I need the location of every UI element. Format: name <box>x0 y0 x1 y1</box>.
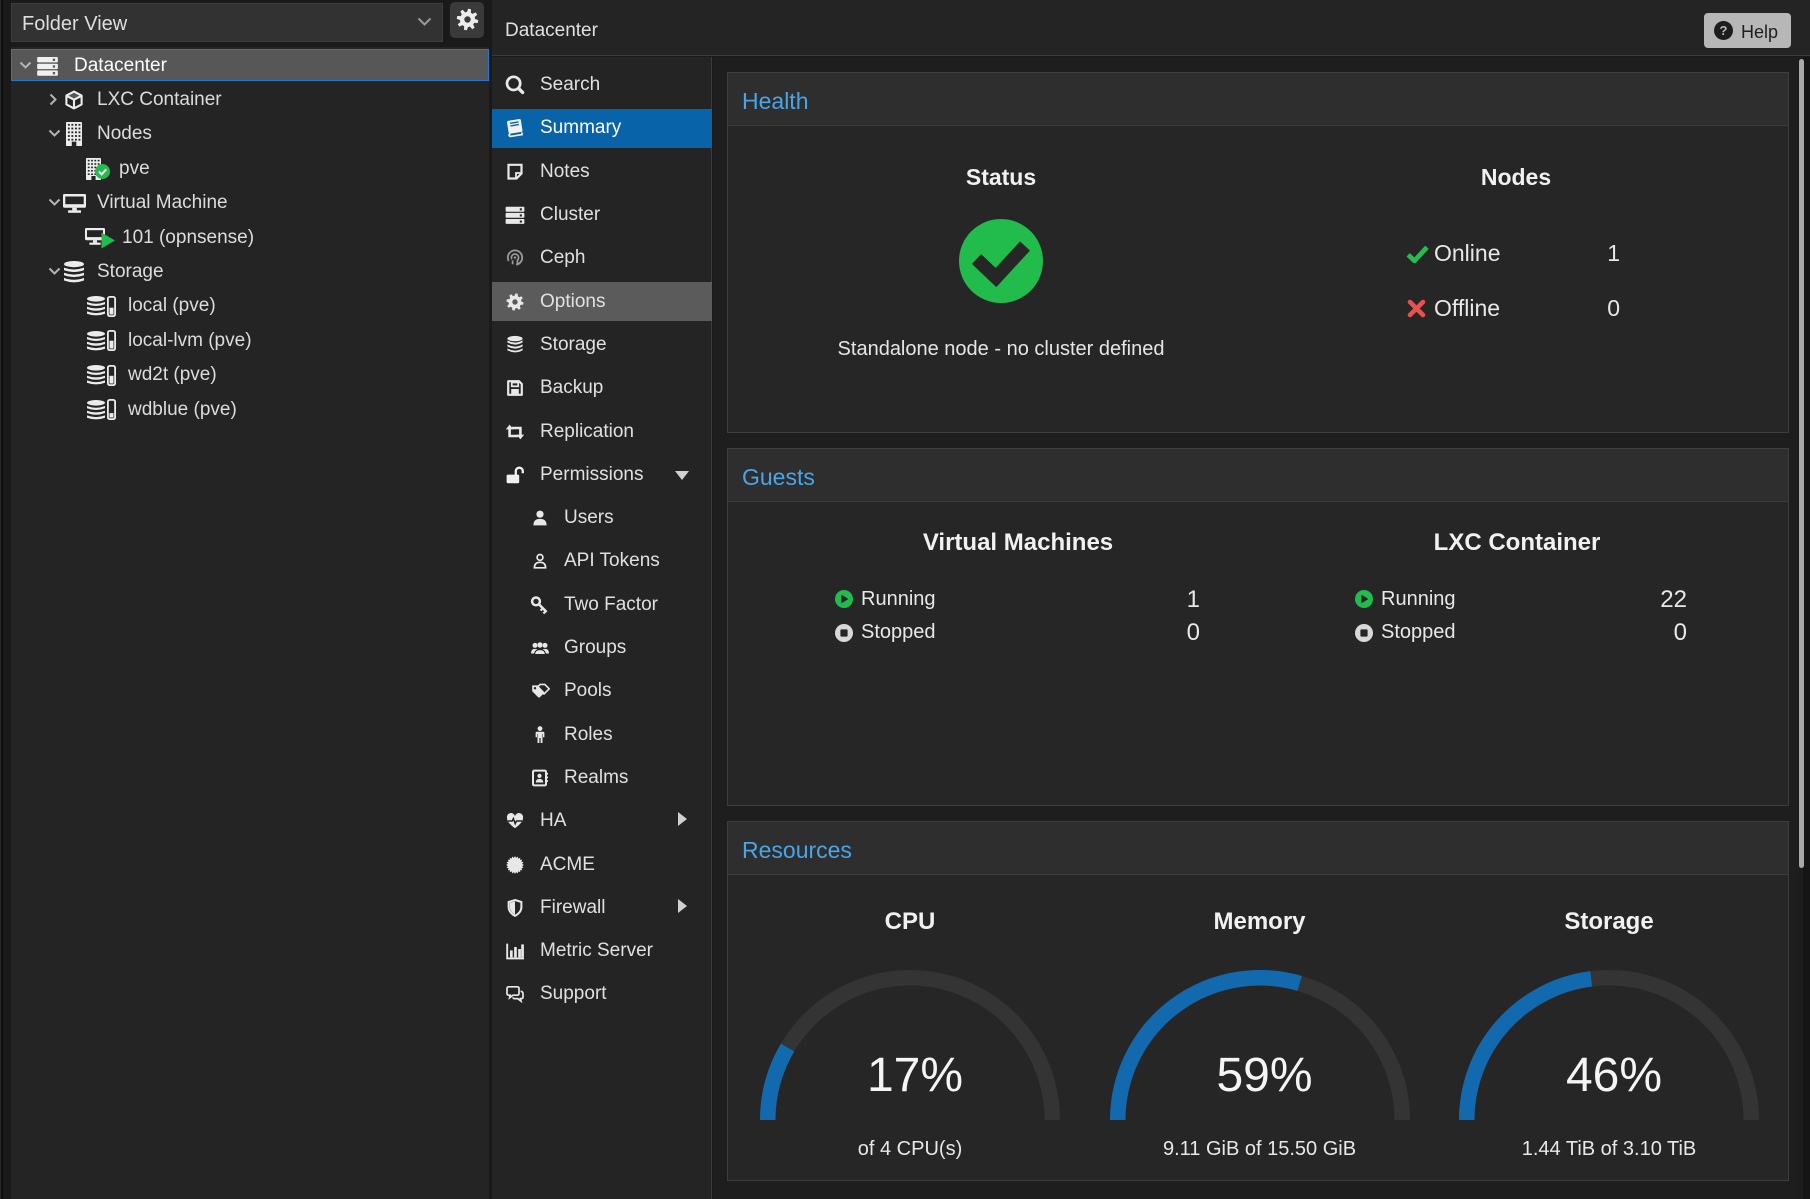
svg-text:?: ? <box>1720 23 1728 38</box>
